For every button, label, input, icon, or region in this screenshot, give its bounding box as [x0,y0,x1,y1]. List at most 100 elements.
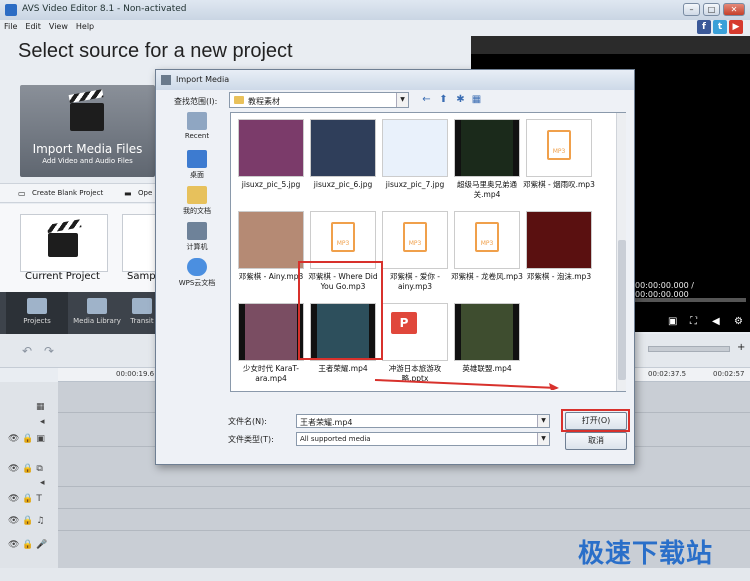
file-item[interactable]: 超级马里奥兄弟通关.mp4 [451,119,523,211]
file-type-select[interactable]: All supported media ▼ [296,432,550,446]
ruler-tick: 00:02:37.5 [648,370,687,378]
file-item[interactable]: 邓紫棋 - 泡沫.mp3 [523,211,595,303]
place-label: WPS云文档 [178,279,216,287]
file-name: jisuxz_pic_5.jpg [241,180,301,189]
up-folder-icon[interactable]: ⬆ [437,94,450,106]
file-item[interactable]: MP3 邓紫棋 - 龙卷风.mp3 [451,211,523,303]
dialog-title-bar: Import Media [156,70,634,90]
nav-media-library-label: Media Library [73,317,121,325]
file-name: 邓紫棋 - 烟雨叹.mp3 [523,180,595,189]
file-item[interactable]: MP3 邓紫棋 - 烟雨叹.mp3 [523,119,595,211]
fullscreen-icon[interactable]: ⛶ [690,316,697,327]
recent-icon [187,112,207,130]
volume-icon[interactable]: ◀ [712,316,720,327]
open-project-link[interactable]: Ope [138,189,152,197]
transition-icon [132,298,152,314]
file-thumbnail [238,303,304,361]
file-thumbnail [238,119,304,177]
thumbnail-image [239,212,303,268]
create-blank-project-link[interactable]: Create Blank Project [32,189,103,197]
scrollbar-thumb[interactable] [618,240,626,380]
file-item[interactable]: 少女时代 KaraT-ara.mp4 [235,303,307,395]
import-media-tile[interactable]: Import Media Files Add Video and Audio F… [20,85,155,177]
place-recent[interactable]: Recent [172,110,222,146]
seek-bar[interactable] [634,298,746,302]
desktop-icon [187,150,207,168]
menu-edit[interactable]: Edit [21,20,45,33]
clapperboard-icon [70,103,104,131]
thumbnail-image [239,120,303,176]
file-name-value: 王者荣耀.mp4 [300,418,353,427]
nav-media-library[interactable]: Media Library [66,292,128,334]
file-list-scrollbar[interactable] [616,113,626,391]
close-button[interactable]: ✕ [723,3,745,16]
menu-help[interactable]: Help [72,20,98,33]
arrow-line [374,379,558,389]
thumbnail-image [383,120,447,176]
import-tile-subtitle: Add Video and Audio Files [42,157,133,165]
text-track-icon: 👁 🔒 T [8,494,42,504]
watermark: 极速下载站 [578,539,714,569]
music-note-icon: MP3 [403,222,427,252]
file-item[interactable]: jisuxz_pic_6.jpg [307,119,379,211]
thumbnail-image [239,304,303,360]
back-icon[interactable]: ← [420,94,433,106]
zoom-in-icon[interactable]: + [737,342,745,353]
track-divider [58,486,750,487]
file-name: 邓紫棋 - 泡沫.mp3 [526,272,592,281]
thumbnail-image [455,120,519,176]
undo-icon[interactable]: ↶ [22,344,32,358]
zoom-slider[interactable] [648,346,730,352]
music-track-icon: 👁 🔒 ♫ [8,516,45,526]
snapshot-icon[interactable]: ▣ [668,316,677,327]
effects-track-icon: 👁 🔒 ▣ [8,434,45,444]
view-menu-icon[interactable]: ▦ [470,94,483,106]
file-name: jisuxz_pic_7.jpg [385,180,445,189]
cancel-button[interactable]: 取消 [565,432,627,450]
file-item[interactable]: jisuxz_pic_7.jpg [379,119,451,211]
music-note-icon: MP3 [475,222,499,252]
menu-view[interactable]: View [45,20,72,33]
redo-icon[interactable]: ↷ [44,344,54,358]
file-name-input[interactable]: 王者荣耀.mp4 ▼ [296,414,550,428]
new-folder-icon[interactable]: ✱ [454,94,467,106]
place-documents[interactable]: 我的文档 [172,184,222,220]
place-computer[interactable]: 计算机 [172,220,222,256]
arrow-head [549,383,559,390]
chevron-down-icon[interactable]: ▼ [537,433,549,445]
youtube-icon[interactable]: ▶ [729,20,743,34]
file-item[interactable]: jisuxz_pic_5.jpg [235,119,307,211]
app-logo-icon [5,4,17,16]
dialog-title: Import Media [176,75,230,84]
file-name: 英雄联盟.mp4 [462,364,512,373]
settings-icon[interactable]: ⚙ [734,316,743,327]
nav-projects[interactable]: Projects [6,292,68,334]
clapperboard-icon [48,233,78,257]
current-project-tile[interactable] [20,214,108,272]
file-type-label: 文件类型(T): [228,435,274,444]
overlay-track-icon: 👁 🔒 ⧉ [8,464,43,474]
chevron-down-icon[interactable]: ▼ [537,415,549,427]
facebook-icon[interactable]: f [697,20,711,34]
maximize-button[interactable]: □ [703,3,720,16]
page-title: Select source for a new project [18,40,293,62]
minimize-button[interactable]: – [683,3,700,16]
twitter-icon[interactable]: t [713,20,727,34]
open-button[interactable]: 打开(O) [565,412,627,430]
time-readout: 00:00:00.000 / 00:00:00.000 [635,281,694,299]
place-wps-cloud[interactable]: WPS云文档 [172,256,222,292]
nav-transitions-label: Transit [130,317,154,325]
nav-transitions[interactable]: Transit [128,292,156,334]
file-thumbnail [454,119,520,177]
chevron-down-icon[interactable]: ▼ [396,93,408,107]
nav-projects-label: Projects [23,317,51,325]
file-item[interactable]: MP3 邓紫棋 - 爱你 - ainy.mp3 [379,211,451,303]
dialog-icon [161,75,171,85]
file-item[interactable]: 邓紫棋 - Ainy.mp3 [235,211,307,303]
place-desktop[interactable]: 桌面 [172,148,222,184]
look-in-select[interactable]: 教程素材 ▼ [229,92,409,108]
pptx-file-icon: P [382,303,448,361]
menu-file[interactable]: File [0,20,21,33]
powerpoint-icon: P [391,312,417,334]
window-title: AVS Video Editor 8.1 - Non-activated [22,4,187,14]
